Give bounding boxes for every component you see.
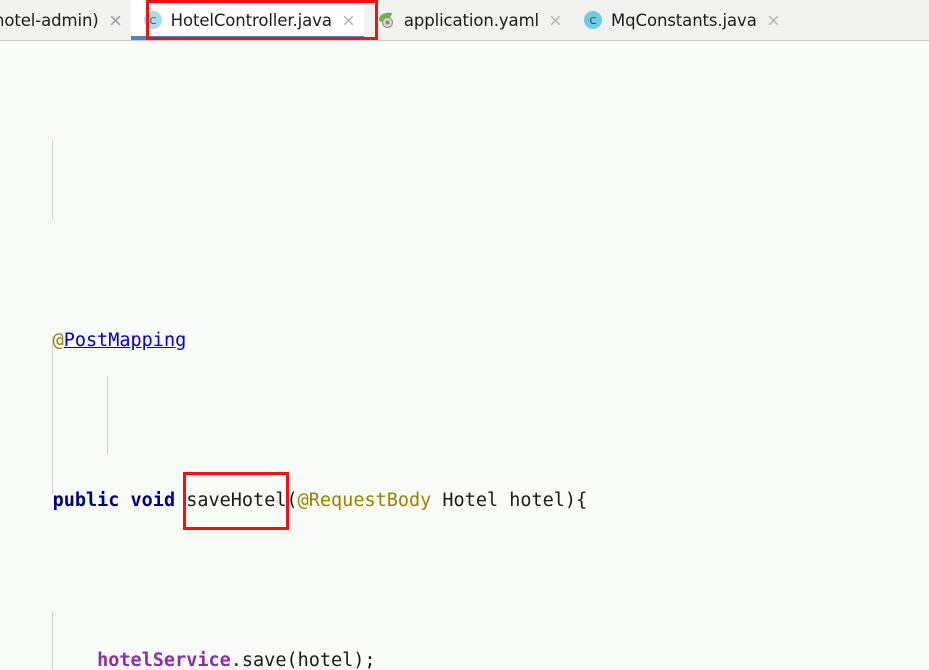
annotation-at: @ (52, 330, 64, 351)
close-icon[interactable] (109, 14, 122, 27)
close-icon[interactable] (549, 14, 562, 27)
field-hotelservice: hotelService (97, 650, 231, 670)
source-code: @PostMapping public void saveHotel(@Requ… (0, 41, 929, 670)
post-mapping-annotation[interactable]: PostMapping (64, 330, 187, 351)
tab-hotelcontroller-java[interactable]: C HotelController.java (130, 0, 365, 40)
java-class-icon: C (584, 11, 603, 29)
tab-mqconstants-java[interactable]: C MqConstants.java (571, 0, 789, 40)
editor-tab-bar: hotel-admin) C HotelController.java appl… (0, 0, 929, 41)
request-body-annotation: @RequestBody (297, 490, 432, 511)
svg-text:C: C (590, 16, 597, 27)
code-line: hotelService.save(hotel); (97, 650, 376, 670)
close-icon[interactable] (342, 14, 355, 27)
svg-text:C: C (149, 16, 156, 27)
spring-yaml-icon (378, 12, 393, 28)
close-icon[interactable] (767, 14, 780, 27)
method-name-savehotel[interactable]: saveHotel (183, 472, 290, 530)
tab-label: HotelController.java (170, 10, 332, 30)
code-line: public void saveHotel(@RequestBody Hotel… (0, 472, 929, 530)
tab-hotel-admin[interactable]: hotel-admin) (0, 0, 131, 40)
tab-label: application.yaml (403, 10, 540, 30)
keyword-public: public (52, 490, 120, 511)
keyword-void: void (130, 490, 176, 511)
tab-label: MqConstants.java (611, 10, 757, 30)
tab-application-yaml[interactable]: application.yaml (363, 0, 572, 40)
java-class-icon: C (143, 11, 162, 29)
code-editor-area[interactable]: @PostMapping public void saveHotel(@Requ… (0, 41, 929, 670)
code-line: @PostMapping (0, 321, 929, 361)
tab-label: hotel-admin) (0, 10, 99, 30)
